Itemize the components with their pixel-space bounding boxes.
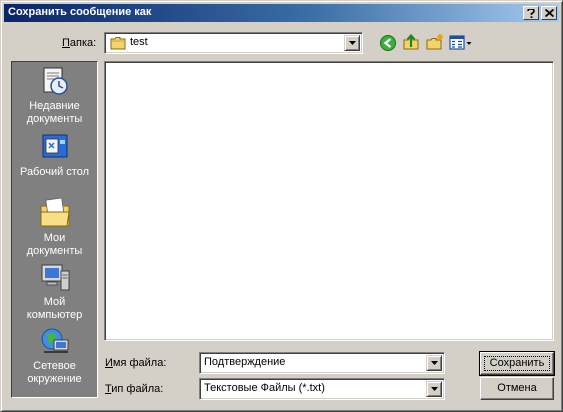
place-network[interactable]: Сетевое окружение: [12, 326, 97, 386]
my-documents-icon: [40, 197, 70, 227]
view-menu-icon[interactable]: [449, 34, 473, 52]
filename-input[interactable]: Подтверждение: [204, 356, 285, 368]
place-desktop[interactable]: Рабочий стол: [12, 132, 97, 179]
close-button[interactable]: [541, 6, 557, 20]
folder-label: Папка:: [62, 37, 97, 49]
folder-value: test: [130, 36, 148, 48]
place-my-computer[interactable]: Мой компьютер: [12, 262, 97, 322]
chevron-down-icon: [431, 387, 438, 391]
place-recent-documents[interactable]: Недавние документы: [12, 66, 97, 126]
save-dialog: Сохранить сообщение как Папка: test Неда…: [0, 0, 563, 412]
up-folder-icon[interactable]: [402, 33, 420, 51]
filename-label: Имя файла:: [105, 357, 167, 369]
file-list[interactable]: [104, 61, 554, 341]
folder-icon: [110, 37, 126, 50]
recent-documents-icon: [43, 67, 68, 95]
place-my-documents[interactable]: Мои документы: [12, 196, 97, 258]
chevron-down-icon: [349, 41, 356, 45]
save-button[interactable]: Сохранить: [479, 351, 555, 376]
cancel-button-label: Отмена: [497, 382, 537, 394]
folder-combobox[interactable]: test: [104, 32, 363, 54]
dialog-title: Сохранить сообщение как: [8, 6, 152, 18]
filetype-label: Тип файла:: [105, 383, 164, 395]
filename-combobox[interactable]: Подтверждение: [199, 352, 445, 374]
help-icon: [527, 9, 535, 18]
filetype-combobox[interactable]: Текстовые Файлы (*.txt): [199, 378, 445, 400]
places-bar: Недавние документы Рабочий стол Мои доку…: [11, 61, 98, 398]
filetype-dropdown-button[interactable]: [426, 381, 442, 397]
desktop-icon: [42, 134, 67, 158]
title-bar[interactable]: Сохранить сообщение как: [4, 4, 559, 22]
back-icon[interactable]: [379, 34, 397, 52]
close-icon: [545, 9, 554, 17]
folder-dropdown-button[interactable]: [344, 35, 360, 51]
cancel-button[interactable]: Отмена: [480, 377, 554, 400]
network-icon: [41, 328, 68, 353]
my-computer-icon: [41, 264, 69, 291]
filename-dropdown-button[interactable]: [426, 355, 442, 371]
filetype-value: Текстовые Файлы (*.txt): [204, 382, 325, 394]
focus-rect: [484, 356, 550, 371]
new-folder-icon[interactable]: [426, 33, 444, 51]
chevron-down-icon: [431, 361, 438, 365]
help-button[interactable]: [523, 6, 539, 20]
